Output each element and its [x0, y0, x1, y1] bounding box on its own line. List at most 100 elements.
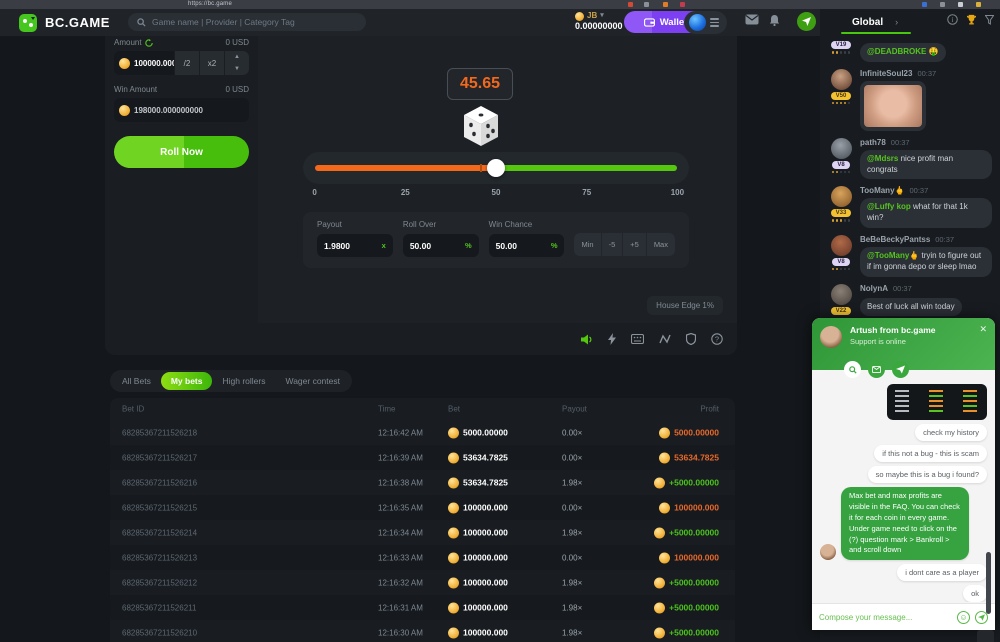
attached-screenshot[interactable] — [887, 384, 987, 420]
chat-image-crying-baby[interactable] — [860, 81, 926, 131]
bet-multiplier: 0.00× — [562, 553, 582, 562]
amount-input[interactable]: 100000.00000000 — [114, 51, 174, 75]
extension-icon[interactable] — [940, 2, 945, 7]
tab-wager-contest[interactable]: Wager contest — [275, 372, 350, 390]
profile-menu[interactable] — [684, 11, 727, 34]
refresh-icon[interactable] — [145, 39, 153, 47]
username[interactable]: path78 — [860, 138, 886, 147]
avatar[interactable] — [831, 235, 852, 256]
coin-icon — [448, 602, 459, 613]
table-row[interactable]: 68285367211526212 12:16:32 AM 100000.000… — [110, 570, 735, 595]
avatar[interactable] — [831, 186, 852, 207]
table-row[interactable]: 68285367211526214 12:16:34 AM 100000.000… — [110, 520, 735, 545]
slider-knob[interactable] — [487, 159, 505, 177]
roll-over-input[interactable]: 50.00% — [403, 234, 479, 257]
support-chat-window: Artush from bc.game Support is online ✕ — [812, 318, 995, 630]
dice-icon — [460, 104, 502, 148]
minus5-button[interactable]: -5 — [601, 233, 623, 256]
message-bubble: Best of luck all win today — [860, 298, 962, 317]
house-edge-badge: House Edge 1% — [647, 296, 723, 315]
fairness-icon[interactable] — [686, 333, 696, 345]
emoji-icon[interactable]: ☺ — [957, 611, 970, 624]
tab-all-bets[interactable]: All Bets — [112, 372, 161, 390]
support-email-button[interactable] — [868, 361, 885, 378]
bet-id: 68285367211526216 — [122, 478, 197, 487]
mention[interactable]: @Luffy kop — [867, 202, 911, 211]
bet-time: 12:16:39 AM — [378, 453, 423, 462]
help-icon[interactable]: ? — [711, 333, 723, 345]
bet-profit: +5000.00000 — [654, 627, 719, 638]
bet-amount: 100000.000 — [448, 602, 508, 613]
amount-stepper[interactable]: ▲▼ — [224, 51, 249, 75]
extension-icon[interactable] — [680, 2, 685, 7]
support-search-button[interactable] — [844, 361, 861, 378]
table-row[interactable]: 68285367211526217 12:16:39 AM 53634.7825… — [110, 445, 735, 470]
support-status: Support is online — [850, 337, 987, 346]
chat-rules-icon[interactable]: i — [947, 14, 958, 25]
balance-widget[interactable]: JB▾ 0.00000000 — [575, 11, 623, 31]
payout-input[interactable]: 1.9800x — [317, 234, 393, 257]
table-row[interactable]: 68285367211526215 12:16:35 AM 100000.000… — [110, 495, 735, 520]
quick-bet-icon[interactable] — [608, 333, 616, 345]
plus5-button[interactable]: +5 — [622, 233, 646, 256]
tab-my-bets[interactable]: My bets — [161, 372, 213, 390]
username[interactable]: InfiniteSoul23 — [860, 69, 912, 78]
roll-slider[interactable] — [303, 152, 689, 184]
level-dots — [832, 268, 851, 271]
tab-high-rollers[interactable]: High rollers — [212, 372, 275, 390]
step-up-icon[interactable]: ▲ — [225, 51, 249, 63]
coin-icon — [448, 577, 459, 588]
max-button[interactable]: Max — [646, 233, 675, 256]
stats-icon[interactable] — [659, 334, 671, 344]
avatar[interactable] — [831, 138, 852, 159]
messages-button[interactable] — [745, 14, 759, 25]
close-icon[interactable]: ✕ — [979, 324, 987, 335]
hotkeys-icon[interactable] — [631, 334, 644, 344]
min-button[interactable]: Min — [574, 233, 600, 256]
live-support-button[interactable] — [797, 12, 816, 31]
table-row[interactable]: 68285367211526213 12:16:33 AM 100000.000… — [110, 545, 735, 570]
table-row[interactable]: 68285367211526210 12:16:30 AM 100000.000… — [110, 620, 735, 642]
username[interactable]: TooMany🖕 — [860, 186, 904, 195]
chat-room-selector[interactable]: Global — [852, 17, 883, 28]
chevron-right-icon[interactable]: › — [895, 17, 898, 27]
roll-now-button[interactable]: Roll Now — [114, 136, 249, 168]
extension-icon[interactable] — [628, 2, 633, 7]
support-telegram-button[interactable] — [892, 361, 909, 378]
avatar[interactable] — [831, 69, 852, 90]
brand-logo[interactable]: BC.GAME — [18, 13, 110, 33]
username[interactable]: BeBeBeckyPantss — [860, 235, 930, 244]
sound-icon[interactable] — [581, 334, 593, 345]
notifications-button[interactable] — [769, 14, 780, 26]
extension-icon[interactable] — [922, 2, 927, 7]
username[interactable]: NolynA — [860, 284, 888, 293]
search-bar[interactable]: Game name | Provider | Category Tag — [128, 13, 366, 31]
trophy-icon[interactable] — [966, 14, 977, 25]
mention[interactable]: @DEADBROKE — [867, 47, 926, 56]
compose-input[interactable] — [819, 613, 952, 622]
extension-icon[interactable] — [958, 2, 963, 7]
mention[interactable]: @TooMany🖕 — [867, 251, 919, 260]
bet-id: 68285367211526212 — [122, 578, 197, 587]
step-down-icon[interactable]: ▼ — [225, 63, 249, 75]
table-row[interactable]: 68285367211526211 12:16:31 AM 100000.000… — [110, 595, 735, 620]
slider-track[interactable] — [315, 165, 677, 171]
mention[interactable]: @Mdsrs — [867, 154, 898, 163]
table-row[interactable]: 68285367211526216 12:16:38 AM 53634.7825… — [110, 470, 735, 495]
avatar[interactable] — [831, 284, 852, 305]
win-chance-input[interactable]: 50.00% — [489, 234, 565, 257]
bet-amount: 100000.000 — [448, 527, 508, 538]
half-bet-button[interactable]: /2 — [174, 51, 199, 75]
double-bet-button[interactable]: x2 — [199, 51, 224, 75]
extension-icon[interactable] — [644, 2, 649, 7]
filter-icon[interactable] — [985, 15, 994, 25]
search-placeholder: Game name | Provider | Category Tag — [152, 17, 295, 27]
extension-icon[interactable] — [976, 2, 981, 7]
support-header: Artush from bc.game Support is online ✕ — [812, 318, 995, 370]
extension-icon[interactable] — [663, 2, 668, 7]
table-row[interactable]: 68285367211526218 12:16:42 AM 5000.00000… — [110, 420, 735, 445]
support-compose-bar: ☺ — [812, 603, 995, 630]
scrollbar[interactable] — [986, 552, 991, 614]
amount-label: Amount — [114, 38, 142, 47]
level-badge: V50 — [831, 92, 852, 100]
